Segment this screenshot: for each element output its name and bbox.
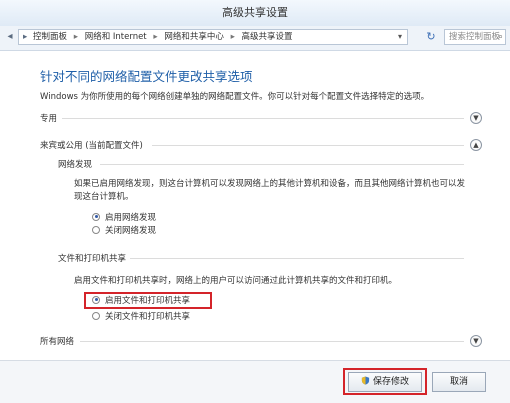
breadcrumb-item-network-sharing-center[interactable]: 网络和共享中心 <box>164 30 224 44</box>
address-bar: ◂ ▸ 控制面板 ▸ 网络和 Internet ▸ 网络和共享中心 ▸ 高级共享… <box>0 26 510 51</box>
divider <box>100 164 464 165</box>
profile-private-label[interactable]: 专用 <box>40 112 57 124</box>
radio-network-discovery-on[interactable]: 启用网络发现 <box>92 212 156 224</box>
divider <box>130 258 464 259</box>
radio-unselected-icon[interactable] <box>92 311 100 320</box>
radio-file-printer-sharing-on[interactable]: 启用文件和打印机共享 <box>92 295 190 307</box>
chevron-up-icon[interactable]: ▲ <box>470 139 482 151</box>
profile-guest-label[interactable]: 来宾或公用 (当前配置文件) <box>40 139 143 151</box>
radio-unselected-icon[interactable] <box>92 225 100 234</box>
save-label: 保存修改 <box>372 377 409 387</box>
file-printer-sharing-description: 启用文件和打印机共享时，网络上的用户可以访问通过此计算机共享的文件和打印机。 <box>74 276 398 286</box>
save-changes-button[interactable]: 保存修改 <box>348 372 422 392</box>
breadcrumb[interactable]: ▸ 控制面板 ▸ 网络和 Internet ▸ 网络和共享中心 ▸ 高级共享设置… <box>18 29 408 45</box>
profile-all-networks-label[interactable]: 所有网络 <box>40 335 74 347</box>
page-title: 针对不同的网络配置文件更改共享选项 <box>40 69 253 84</box>
radio-label: 关闭文件和打印机共享 <box>105 312 191 322</box>
title-bar: 高级共享设置 <box>0 0 510 27</box>
cancel-label: 取消 <box>449 377 468 387</box>
cancel-button[interactable]: 取消 <box>432 372 486 392</box>
radio-network-discovery-off[interactable]: 关闭网络发现 <box>92 225 156 237</box>
radio-file-printer-sharing-off[interactable]: 关闭文件和打印机共享 <box>92 311 190 323</box>
breadcrumb-item-control-panel[interactable]: 控制面板 <box>33 30 67 44</box>
divider <box>62 118 464 119</box>
breadcrumb-item-network-internet[interactable]: 网络和 Internet <box>85 30 147 44</box>
chevron-right-icon[interactable]: ▸ <box>153 30 157 44</box>
chevron-down-icon[interactable]: ▼ <box>470 112 482 124</box>
search-placeholder: 搜索控制面板 <box>449 32 501 42</box>
network-discovery-description: 如果已启用网络发现，则这台计算机可以发现网络上的其他计算机和设备，而且其他网络计… <box>74 179 466 202</box>
breadcrumb-item-advanced-sharing[interactable]: 高级共享设置 <box>242 30 293 44</box>
radio-label: 启用网络发现 <box>105 213 157 223</box>
page-description: Windows 为你所使用的每个网络创建单独的网络配置文件。你可以针对每个配置文… <box>40 92 430 102</box>
chevron-right-icon[interactable]: ▸ <box>231 30 235 44</box>
control-panel-icon: ▸ <box>23 32 28 42</box>
chevron-right-icon[interactable]: ▸ <box>74 30 78 44</box>
uac-shield-icon <box>361 376 370 385</box>
back-arrow-icon[interactable]: ◂ <box>3 30 17 44</box>
radio-selected-icon[interactable] <box>92 295 100 304</box>
search-input[interactable]: 搜索控制面板 ⌕ <box>444 29 506 45</box>
dropdown-arrow-icon[interactable]: ▾ <box>395 30 405 44</box>
search-icon[interactable]: ⌕ <box>498 30 503 44</box>
refresh-icon[interactable]: ↻ <box>424 30 438 44</box>
divider <box>152 145 464 146</box>
file-printer-sharing-label: 文件和打印机共享 <box>58 254 127 264</box>
divider <box>80 341 464 342</box>
chevron-down-icon[interactable]: ▼ <box>470 335 482 347</box>
window-title: 高级共享设置 <box>222 6 288 19</box>
radio-selected-icon[interactable] <box>92 212 100 221</box>
radio-label: 启用文件和打印机共享 <box>105 296 191 306</box>
radio-label: 关闭网络发现 <box>105 226 157 236</box>
network-discovery-label: 网络发现 <box>58 160 93 170</box>
